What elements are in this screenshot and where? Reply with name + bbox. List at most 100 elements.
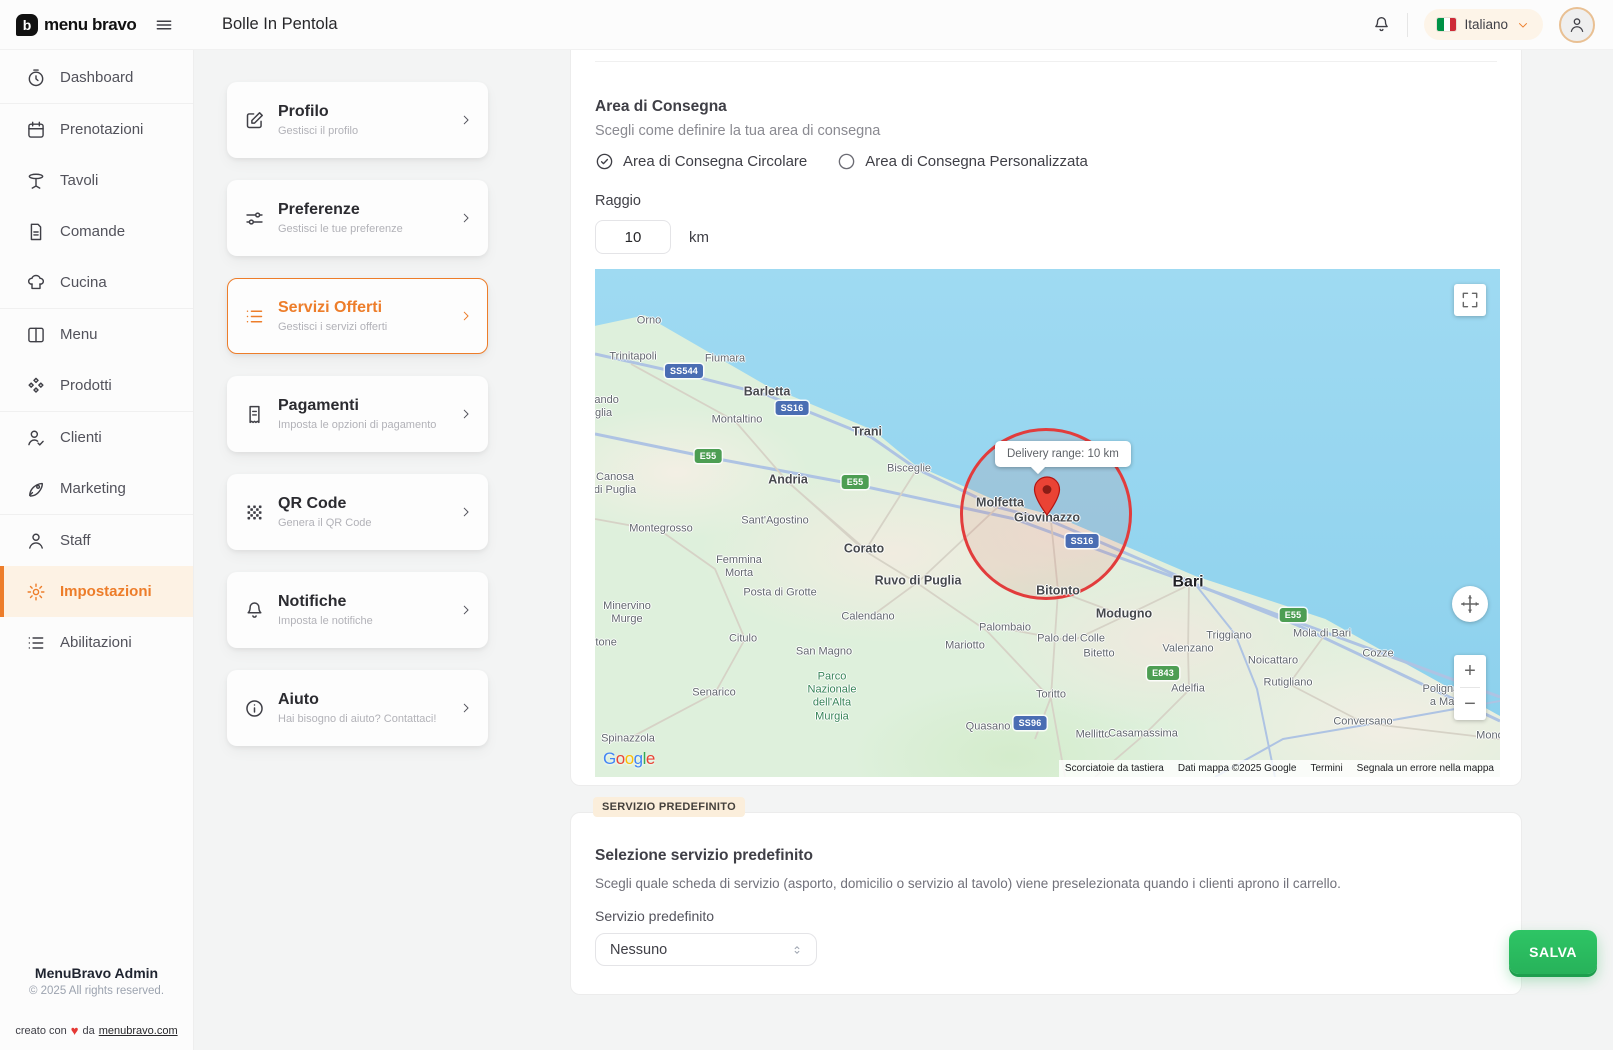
notifications-bell-icon[interactable]: [1372, 15, 1391, 34]
receipt-icon: [244, 404, 265, 425]
calendar-icon: [26, 120, 46, 140]
settings-card-text: QR CodeGenera il QR Code: [278, 495, 372, 529]
google-logo-letter: o: [625, 749, 634, 768]
sidebar-item-label: Prodotti: [60, 377, 112, 394]
gear-icon: [26, 582, 46, 602]
logo-text: menu bravo: [44, 15, 136, 35]
person-icon: [1568, 16, 1586, 34]
tooltip-text: Delivery range: 10 km: [1007, 448, 1119, 460]
language-selector[interactable]: Italiano: [1424, 9, 1543, 40]
settings-card-qr-code[interactable]: QR CodeGenera il QR Code: [227, 474, 488, 550]
radius-unit: km: [689, 229, 709, 246]
google-logo[interactable]: Google: [603, 749, 655, 769]
chevron-right-icon: [459, 113, 473, 127]
radio-checked-icon: [595, 152, 614, 171]
sidebar-item-tavoli[interactable]: Tavoli: [0, 155, 193, 206]
hamburger-menu-icon[interactable]: [154, 15, 174, 35]
attribution-termini[interactable]: Termini: [1310, 763, 1342, 774]
settings-card-profilo[interactable]: ProfiloGestisci il profilo: [227, 82, 488, 158]
map-attribution: Scorciatoie da tastieraDati mappa ©2025 …: [1059, 760, 1500, 777]
sidebar-item-impostazioni[interactable]: Impostazioni: [0, 566, 193, 617]
delivery-area-subtitle: Scegli come definire la tua area di cons…: [595, 123, 1497, 139]
radius-row: km: [595, 220, 1497, 254]
select-value: Nessuno: [610, 942, 667, 958]
settings-card-subtitle: Hai bisogno di aiuto? Contattaci!: [278, 713, 436, 725]
sidebar-item-dashboard[interactable]: Dashboard: [0, 52, 193, 103]
delivery-map[interactable]: OrnoTrinitapoliFiumaraBarlettaMontaltino…: [595, 269, 1500, 777]
clock-icon: [26, 68, 46, 88]
settings-card-title: Preferenze: [278, 201, 403, 219]
edit-icon: [244, 110, 265, 131]
sidebar-item-label: Prenotazioni: [60, 121, 143, 138]
sidebar-item-label: Marketing: [60, 480, 126, 497]
admin-title: MenuBravo Admin: [0, 965, 193, 981]
sidebar-item-cucina[interactable]: Cucina: [0, 257, 193, 308]
settings-card-preferenze[interactable]: PreferenzeGestisci le tue preferenze: [227, 180, 488, 256]
header: b menu bravo Bolle In Pentola Italiano: [0, 0, 1613, 50]
sidebar-item-label: Abilitazioni: [60, 634, 132, 651]
qr-icon: [244, 502, 265, 523]
logo-icon: b: [16, 14, 38, 36]
sidebar-item-comande[interactable]: Comande: [0, 206, 193, 257]
settings-card-text: ProfiloGestisci il profilo: [278, 103, 358, 137]
user-check-icon: [26, 428, 46, 448]
settings-card-subtitle: Gestisci i servizi offerti: [278, 321, 387, 333]
heart-icon: ♥: [71, 1023, 79, 1038]
credit-mid: da: [82, 1025, 94, 1037]
info-icon: [244, 698, 265, 719]
settings-card-pagamenti[interactable]: Pagamenti Imposta le opzioni di pagamento: [227, 376, 488, 452]
sidebar-item-clienti[interactable]: Clienti: [0, 412, 193, 463]
settings-card-title: QR Code: [278, 495, 372, 513]
app-logo[interactable]: b menu bravo: [16, 14, 136, 36]
settings-card-text: PreferenzeGestisci le tue preferenze: [278, 201, 403, 235]
fullscreen-button[interactable]: [1454, 284, 1486, 316]
table-icon: [26, 171, 46, 191]
sidebar-item-marketing[interactable]: Marketing: [0, 463, 193, 514]
sidebar-item-staff[interactable]: Staff: [0, 515, 193, 566]
bell-icon: [244, 600, 265, 621]
radio-circular-area[interactable]: Area di Consegna Circolare: [595, 152, 807, 171]
default-service-select[interactable]: Nessuno: [595, 933, 817, 966]
chevron-right-icon: [459, 309, 473, 323]
menubravo-link[interactable]: menubravo.com: [99, 1025, 178, 1037]
sidebar-item-prenotazioni[interactable]: Prenotazioni: [0, 104, 193, 155]
italy-flag-icon: [1437, 18, 1456, 31]
settings-card-title: Pagamenti: [278, 397, 436, 415]
zoom-out-button[interactable]: −: [1454, 688, 1486, 720]
select-chevrons-icon: [790, 943, 804, 957]
pan-control[interactable]: [1452, 586, 1488, 622]
user-avatar[interactable]: [1559, 7, 1595, 43]
card-top-divider: [595, 61, 1497, 62]
header-actions: Italiano: [1372, 7, 1613, 43]
map-marker-pin[interactable]: [1033, 476, 1061, 516]
radio-custom-area[interactable]: Area di Consegna Personalizzata: [837, 152, 1088, 171]
header-divider: [1407, 13, 1408, 37]
sliders-icon: [244, 208, 265, 229]
list-icon: [244, 306, 265, 327]
zoom-in-button[interactable]: +: [1454, 655, 1486, 687]
chevron-right-icon: [459, 505, 473, 519]
settings-card-notifiche[interactable]: NotificheImposta le notifiche: [227, 572, 488, 648]
settings-card-subtitle: Imposta le opzioni di pagamento: [278, 419, 436, 431]
sidebar-item-label: Tavoli: [60, 172, 98, 189]
settings-card-text: Servizi OffertiGestisci i servizi offert…: [278, 299, 387, 333]
settings-card-servizi-offerti[interactable]: Servizi OffertiGestisci i servizi offert…: [227, 278, 488, 354]
sidebar-item-menu[interactable]: Menu: [0, 309, 193, 360]
sidebar-item-label: Menu: [60, 326, 98, 343]
settings-card-title: Notifiche: [278, 593, 373, 611]
delivery-range-tooltip: Delivery range: 10 km: [995, 441, 1131, 467]
sidebar-item-abilitazioni[interactable]: Abilitazioni: [0, 617, 193, 668]
default-service-description: Scegli quale scheda di servizio (asporto…: [595, 876, 1497, 891]
user-icon: [26, 531, 46, 551]
settings-card-title: Aiuto: [278, 691, 436, 709]
sidebar-item-prodotti[interactable]: Prodotti: [0, 360, 193, 411]
settings-card-aiuto[interactable]: Aiuto Hai bisogno di aiuto? Contattaci!: [227, 670, 488, 746]
attribution-segnala-un-errore-nella-[interactable]: Segnala un errore nella mappa: [1357, 763, 1494, 774]
zoom-control: + −: [1454, 655, 1486, 720]
google-logo-letter: G: [603, 749, 616, 768]
attribution-scorciatoie-da-tastiera[interactable]: Scorciatoie da tastiera: [1065, 763, 1164, 774]
sidebar-nav: Dashboard Prenotazioni Tavoli ComandeCucina…: [0, 50, 193, 668]
chevron-right-icon: [459, 211, 473, 225]
radius-input[interactable]: [595, 220, 671, 254]
save-button[interactable]: SALVA: [1509, 930, 1597, 974]
